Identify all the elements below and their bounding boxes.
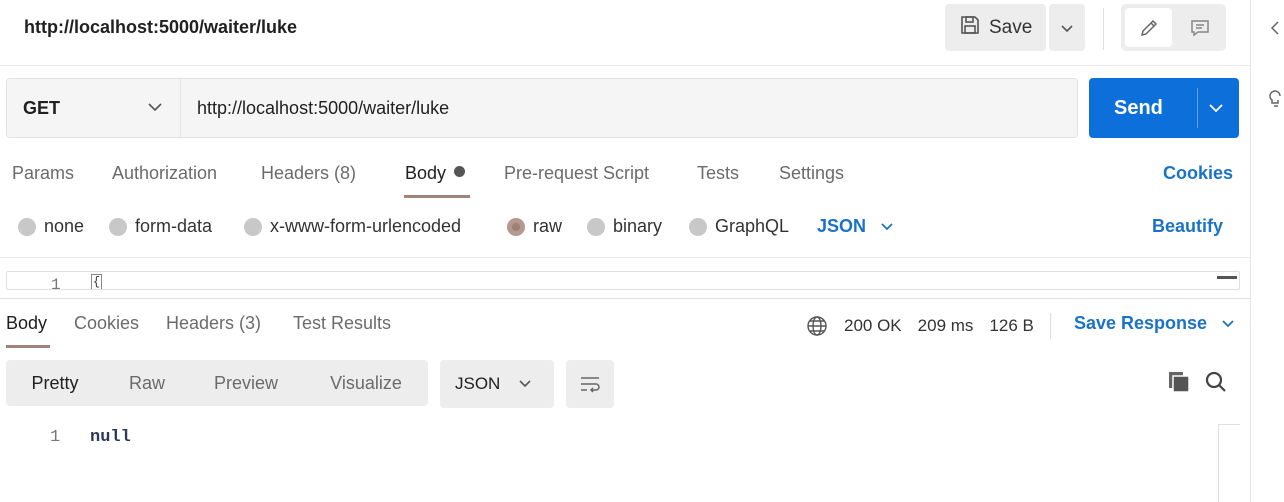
modified-dot-icon	[454, 166, 466, 177]
save-options-button[interactable]	[1049, 4, 1085, 51]
editor-code[interactable]: {	[91, 274, 102, 289]
radio-checked-icon	[507, 217, 525, 236]
collapse-chevron-icon[interactable]	[1268, 20, 1282, 41]
active-tab-indicator	[404, 195, 470, 198]
edit-mode-button[interactable]	[1125, 8, 1172, 47]
search-icon[interactable]	[1204, 370, 1228, 399]
line-number: 1	[50, 428, 61, 447]
radio-circle-icon	[587, 217, 605, 236]
radio-label: binary	[613, 216, 663, 236]
response-format-select[interactable]: JSON	[440, 360, 554, 408]
chevron-down-icon[interactable]	[1208, 100, 1224, 116]
chevron-down-icon	[148, 103, 162, 112]
save-response-label: Save Response	[1074, 313, 1208, 333]
radio-binary[interactable]: binary	[587, 216, 662, 237]
radio-circle-icon	[244, 217, 262, 236]
divider	[1049, 313, 1051, 339]
tab-settings[interactable]: Settings	[779, 163, 844, 184]
response-view-mode: Pretty Raw Preview Visualize	[6, 360, 428, 406]
active-tab-indicator	[6, 345, 50, 348]
tab-authorization[interactable]: Authorization	[112, 163, 217, 184]
response-tab-body[interactable]: Body	[6, 313, 47, 334]
radio-raw[interactable]: raw	[507, 216, 562, 237]
send-label: Send	[1114, 96, 1163, 119]
language-label: JSON	[817, 216, 867, 236]
save-label: Save	[989, 16, 1033, 38]
wrap-lines-icon	[581, 377, 600, 393]
sidebar-divider	[1250, 0, 1251, 502]
response-tab-headers[interactable]: Headers (3)	[166, 313, 261, 334]
cookies-link[interactable]: Cookies	[1163, 163, 1233, 184]
response-tab-cookies[interactable]: Cookies	[74, 313, 139, 334]
radio-label: x-www-form-urlencoded	[270, 216, 462, 236]
response-body-code: null	[90, 428, 131, 447]
view-toggle-group	[1121, 4, 1226, 51]
chevron-down-icon	[519, 380, 531, 388]
url-bar: GET	[6, 78, 1078, 138]
radio-graphql[interactable]: GraphQL	[689, 216, 789, 237]
copy-icon[interactable]	[1167, 370, 1191, 399]
radio-label: none	[44, 216, 85, 236]
resize-divider[interactable]	[0, 298, 1250, 299]
chevron-down-icon	[1061, 24, 1073, 32]
response-tab-test-results[interactable]: Test Results	[293, 313, 391, 334]
request-body-editor[interactable]: 1 {	[6, 271, 1240, 290]
radio-label: form-data	[135, 216, 213, 236]
radio-urlencoded[interactable]: x-www-form-urlencoded	[244, 216, 461, 237]
radio-label: raw	[533, 216, 563, 236]
pencil-icon	[1140, 19, 1157, 36]
beautify-button[interactable]: Beautify	[1152, 216, 1223, 237]
lightbulb-icon[interactable]	[1268, 88, 1284, 113]
radio-label: GraphQL	[715, 216, 790, 236]
view-preview[interactable]: Preview	[196, 363, 296, 403]
tab-body-label: Body	[405, 163, 447, 183]
tab-params[interactable]: Params	[12, 163, 74, 184]
tab-headers[interactable]: Headers (8)	[261, 163, 356, 184]
editor-scrollbar[interactable]	[1217, 276, 1237, 279]
response-size[interactable]: 126 B	[989, 316, 1033, 336]
url-input[interactable]	[181, 79, 1077, 137]
view-visualize[interactable]: Visualize	[311, 363, 421, 403]
comments-button[interactable]	[1177, 8, 1223, 47]
response-time[interactable]: 209 ms	[918, 316, 974, 336]
divider	[0, 257, 1250, 258]
globe-icon[interactable]	[806, 315, 828, 337]
view-pretty[interactable]: Pretty	[9, 363, 101, 403]
response-scrollbar[interactable]	[1218, 424, 1240, 502]
tab-tests[interactable]: Tests	[697, 163, 739, 184]
chevron-down-icon	[1222, 319, 1234, 327]
format-label: JSON	[455, 374, 501, 393]
radio-circle-icon	[109, 217, 127, 236]
method-label: GET	[23, 97, 61, 118]
toolbar-divider	[1103, 8, 1104, 50]
status-code[interactable]: 200 OK	[844, 316, 902, 336]
view-raw[interactable]: Raw	[110, 363, 184, 403]
tab-prerequest-script[interactable]: Pre-request Script	[504, 163, 649, 184]
body-language-select[interactable]: JSON	[817, 216, 894, 237]
tab-body[interactable]: Body	[405, 163, 466, 184]
send-button[interactable]: Send	[1089, 78, 1239, 138]
send-divider	[1197, 88, 1198, 128]
save-icon	[959, 14, 981, 42]
comment-icon	[1191, 19, 1209, 36]
line-number: 1	[51, 276, 61, 290]
request-title[interactable]: http://localhost:5000/waiter/luke	[24, 17, 297, 38]
response-status: 200 OK 209 ms 126 B	[806, 313, 1051, 339]
radio-circle-icon	[689, 217, 707, 236]
save-button[interactable]: Save	[945, 4, 1046, 51]
chevron-down-icon	[881, 222, 893, 230]
divider	[0, 65, 1250, 66]
radio-form-data[interactable]: form-data	[109, 216, 212, 237]
radio-circle-icon	[18, 217, 36, 236]
save-response-button[interactable]: Save Response	[1074, 313, 1235, 334]
radio-none[interactable]: none	[18, 216, 84, 237]
method-select[interactable]: GET	[7, 79, 181, 137]
wrap-lines-button[interactable]	[566, 360, 614, 408]
